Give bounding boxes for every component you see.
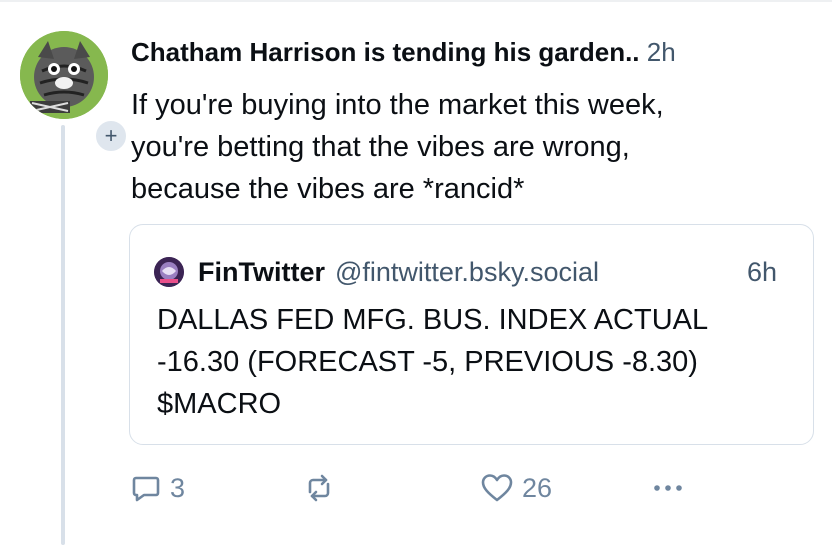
- author-name[interactable]: Chatham Harrison is tending his garden..: [131, 37, 640, 67]
- post-text-line: you're betting that the vibes are wrong,: [131, 131, 630, 163]
- quoted-post[interactable]: FinTwitter @fintwitter.bsky.social 6h DA…: [129, 224, 814, 445]
- post-time-separator: [640, 37, 647, 67]
- repost-button[interactable]: [302, 470, 344, 506]
- post[interactable]: + Chatham Harrison is tending his garden…: [0, 0, 832, 545]
- more-options-button[interactable]: [650, 470, 686, 506]
- reply-icon: [132, 476, 160, 502]
- reply-button[interactable]: 3: [130, 470, 185, 506]
- author-avatar-container[interactable]: +: [20, 31, 129, 154]
- thread-line: [61, 125, 65, 545]
- quoted-post-text: DALLAS FED MFG. BUS. INDEX ACTUAL -16.30…: [157, 299, 797, 425]
- repost-icon: [308, 474, 330, 502]
- like-button[interactable]: 26: [480, 470, 552, 506]
- quoted-text-line: DALLAS FED MFG. BUS. INDEX ACTUAL: [157, 304, 709, 336]
- quoted-author-name[interactable]: FinTwitter: [198, 255, 325, 289]
- quoted-post-header: FinTwitter @fintwitter.bsky.social: [154, 255, 599, 289]
- post-actions: 3 26: [130, 470, 730, 510]
- follow-button[interactable]: +: [93, 118, 129, 154]
- post-header: Chatham Harrison is tending his garden..…: [131, 34, 821, 70]
- quoted-author-avatar[interactable]: [154, 257, 184, 287]
- post-text: If you're buying into the market this we…: [131, 84, 811, 210]
- post-text-line: because the vibes are *rancid*: [131, 173, 525, 205]
- post-text-line: If you're buying into the market this we…: [131, 89, 664, 121]
- cat-illustration-icon: [20, 31, 108, 119]
- quoted-text-line: -16.30 (FORECAST -5, PREVIOUS -8.30): [157, 346, 698, 378]
- like-count: 26: [522, 472, 553, 503]
- avatar[interactable]: [20, 31, 108, 119]
- more-icon: [654, 485, 682, 491]
- quoted-author-handle[interactable]: @fintwitter.bsky.social: [335, 255, 599, 289]
- post-time[interactable]: 2h: [647, 37, 676, 67]
- reply-count: 3: [170, 472, 186, 503]
- quoted-text-line: $MACRO: [157, 388, 282, 420]
- fintwitter-logo-icon: [154, 257, 184, 287]
- quoted-post-time[interactable]: 6h: [747, 255, 777, 289]
- like-icon: [481, 474, 513, 502]
